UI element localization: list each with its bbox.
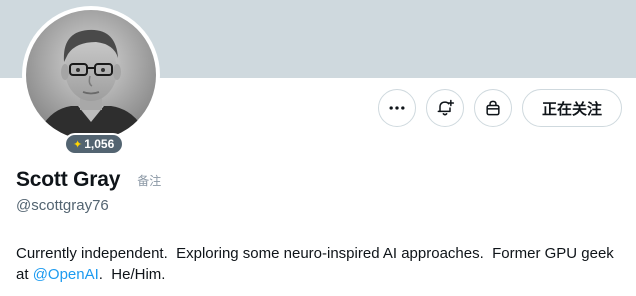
bio-text-end: . He/Him. [98, 266, 166, 283]
more-button[interactable] [377, 89, 416, 127]
name-row: Scott Gray 备注 [16, 168, 161, 192]
avatar-photo [26, 10, 156, 140]
avatar[interactable] [22, 6, 160, 144]
note-link[interactable]: 备注 [137, 172, 161, 189]
profile-bio: Currently independent. Exploring some ne… [16, 243, 626, 285]
profile-actions: 正在关注 [377, 89, 622, 127]
badge-count: 1,056 [84, 137, 115, 151]
display-name: Scott Gray [16, 168, 121, 191]
user-handle: @scottgray76 [16, 197, 109, 214]
shop-button[interactable] [473, 89, 512, 127]
more-horizontal-icon [389, 106, 405, 110]
shopping-bag-icon [486, 100, 500, 116]
sparkle-icon: ✦ [73, 138, 83, 151]
profile-page: ✦ 1,056 正在关注 Scott Gray 备注 @scottgray76 … [0, 0, 636, 296]
follower-badge[interactable]: ✦ 1,056 [64, 133, 125, 155]
mention-link[interactable]: @OpenAI [33, 266, 99, 283]
bell-plus-icon [437, 99, 455, 116]
following-button[interactable]: 正在关注 [521, 89, 622, 127]
notifications-button[interactable] [425, 89, 464, 127]
